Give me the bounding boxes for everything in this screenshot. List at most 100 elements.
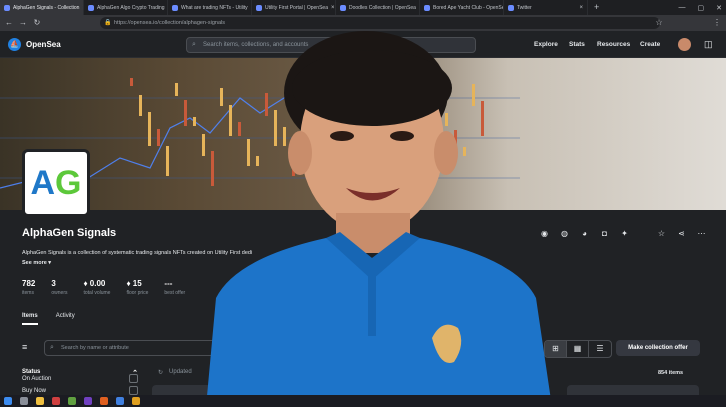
- bookmark-star-icon[interactable]: ☆: [654, 18, 664, 28]
- small-grid-icon[interactable]: ▦: [567, 341, 589, 357]
- app-icon[interactable]: [52, 397, 60, 405]
- windows-taskbar: [0, 395, 726, 407]
- status-option-label: Buy Now: [22, 388, 47, 394]
- stat-floor-price: ♦ 15 floor price: [126, 279, 149, 296]
- instagram-icon[interactable]: ◘: [600, 229, 609, 238]
- browser-tab-bar: AlphaGen Signals - Collection×AlphaGen A…: [0, 0, 726, 15]
- browser-tab[interactable]: AlphaGen Signals - Collection×: [0, 0, 84, 15]
- twitter-icon[interactable]: ✦: [620, 229, 629, 238]
- opensea-logo-icon: ⛵: [8, 38, 21, 51]
- maximize-icon[interactable]: ▢: [698, 4, 705, 12]
- browser-tab[interactable]: Bored Ape Yacht Club - OpenSea×: [420, 0, 504, 15]
- opensea-logo[interactable]: ⛵ OpenSea: [8, 38, 61, 51]
- discord-icon[interactable]: ◕: [580, 229, 589, 238]
- refresh-icon[interactable]: ↻: [158, 369, 163, 376]
- make-collection-offer-button[interactable]: Make collection offer: [616, 340, 700, 356]
- avatar-letter-g: G: [55, 163, 82, 202]
- on-auction-checkbox[interactable]: [129, 374, 138, 383]
- tab-favicon-icon: [256, 4, 262, 11]
- windows-start-icon[interactable]: [4, 397, 12, 405]
- share-icon[interactable]: ⋖: [677, 229, 686, 238]
- browser-tab[interactable]: AlphaGen Algo Crypto Trading×: [84, 0, 168, 15]
- lock-icon: 🔒: [104, 20, 112, 26]
- tab-title: AlphaGen Algo Crypto Trading: [97, 4, 165, 11]
- tab-title: Doodles Collection | OpenSea: [349, 4, 416, 11]
- search-taskbar-icon[interactable]: [20, 397, 28, 405]
- item-search-placeholder: Search by name or attribute: [61, 345, 129, 351]
- stat-best-offer: --- best offer: [164, 279, 186, 296]
- tab-title: Bored Ape Yacht Club - OpenSea: [433, 4, 504, 11]
- back-icon[interactable]: ←: [4, 18, 14, 28]
- tab-favicon-icon: [4, 4, 10, 11]
- status-option-on-auction[interactable]: On Auction: [22, 374, 138, 383]
- new-tab-button[interactable]: +: [588, 0, 605, 15]
- nft-card[interactable]: [567, 385, 699, 395]
- close-tab-icon[interactable]: ×: [579, 5, 583, 11]
- nav-create[interactable]: Create: [640, 41, 660, 48]
- collection-stats: 782 items 3 owners ♦ 0.00 total volume ♦ 15…: [22, 279, 185, 296]
- list-view-icon[interactable]: ☰: [589, 341, 611, 357]
- buy-now-checkbox[interactable]: [129, 386, 138, 395]
- browser-tab[interactable]: Twitter ×: [504, 0, 588, 15]
- minimize-icon[interactable]: —: [679, 4, 686, 11]
- file-explorer-icon[interactable]: [36, 397, 44, 405]
- tab-activity[interactable]: Activity: [56, 313, 75, 325]
- status-option-buy-now[interactable]: Buy Now: [22, 386, 138, 395]
- browser-tab[interactable]: What are trading NFTs - Utility×: [168, 0, 252, 15]
- banner-candle: [139, 95, 142, 116]
- tab-favicon-icon: [88, 4, 94, 11]
- app-icon[interactable]: [116, 397, 124, 405]
- tab-title: Utility First Portal | OpenSea: [265, 4, 328, 11]
- stat-items: 782 items: [22, 279, 36, 296]
- status-option-label: On Auction: [22, 376, 52, 382]
- item-count: 854 items: [658, 370, 684, 376]
- filter-icon[interactable]: ≡: [22, 342, 27, 352]
- presenter-webcam-overlay: [206, 31, 552, 407]
- nav-resources[interactable]: Resources: [597, 41, 630, 48]
- see-more-link[interactable]: See more ▾: [22, 260, 51, 266]
- avatar-letter-a: A: [30, 163, 56, 202]
- close-tab-icon[interactable]: ×: [331, 5, 335, 11]
- browser-tab[interactable]: Doodles Collection | OpenSea×: [336, 0, 420, 15]
- tab-favicon-icon: [508, 4, 514, 11]
- close-window-icon[interactable]: ✕: [716, 4, 722, 12]
- status-filter-header[interactable]: Status ⌃: [22, 369, 138, 377]
- browser-menu-icon[interactable]: ⋮: [712, 18, 722, 28]
- tab-favicon-icon: [340, 4, 346, 11]
- banner-candle: [184, 100, 187, 126]
- browser-tab[interactable]: Utility First Portal | OpenSea ×: [252, 0, 336, 15]
- stat-total-volume: ♦ 0.00 total volume: [83, 279, 111, 296]
- collection-avatar: AG: [22, 149, 90, 217]
- page-tabs: Items Activity: [22, 313, 75, 325]
- tab-title: What are trading NFTs - Utility: [181, 4, 248, 11]
- banner-candle: [148, 112, 151, 146]
- tab-items[interactable]: Items: [22, 313, 38, 325]
- updated-label: Updated: [169, 369, 192, 375]
- search-icon: ⌕: [50, 344, 54, 351]
- more-options-icon[interactable]: ⋯: [697, 229, 706, 238]
- logo-text: OpenSea: [26, 40, 61, 49]
- banner-candle: [130, 78, 133, 86]
- banner-candle: [166, 146, 169, 176]
- profile-avatar[interactable]: [678, 38, 691, 51]
- tab-favicon-icon: [424, 4, 430, 11]
- app-icon[interactable]: [84, 397, 92, 405]
- social-links: ◉ ◍ ◕ ◘ ✦ ☆ ⋖ ⋯: [540, 229, 706, 238]
- website-globe-icon[interactable]: ◍: [560, 229, 569, 238]
- collection-name: AlphaGen Signals: [22, 227, 117, 239]
- reload-icon[interactable]: ↻: [32, 18, 42, 28]
- app-icon[interactable]: [68, 397, 76, 405]
- tab-title: Twitter: [517, 4, 532, 11]
- watchlist-star-icon[interactable]: ☆: [657, 229, 666, 238]
- refresh-row: ↻ Updated: [158, 369, 192, 376]
- wallet-icon[interactable]: ◫: [704, 39, 713, 50]
- stat-owners: 3 owners: [51, 279, 68, 296]
- chrome-icon[interactable]: [132, 397, 140, 405]
- status-title: Status: [22, 369, 41, 375]
- banner-candle: [175, 83, 178, 96]
- forward-icon[interactable]: →: [18, 18, 28, 28]
- app-icon[interactable]: [100, 397, 108, 405]
- tab-favicon-icon: [172, 4, 178, 11]
- tab-title: AlphaGen Signals - Collection: [13, 4, 80, 11]
- nav-stats[interactable]: Stats: [569, 41, 585, 48]
